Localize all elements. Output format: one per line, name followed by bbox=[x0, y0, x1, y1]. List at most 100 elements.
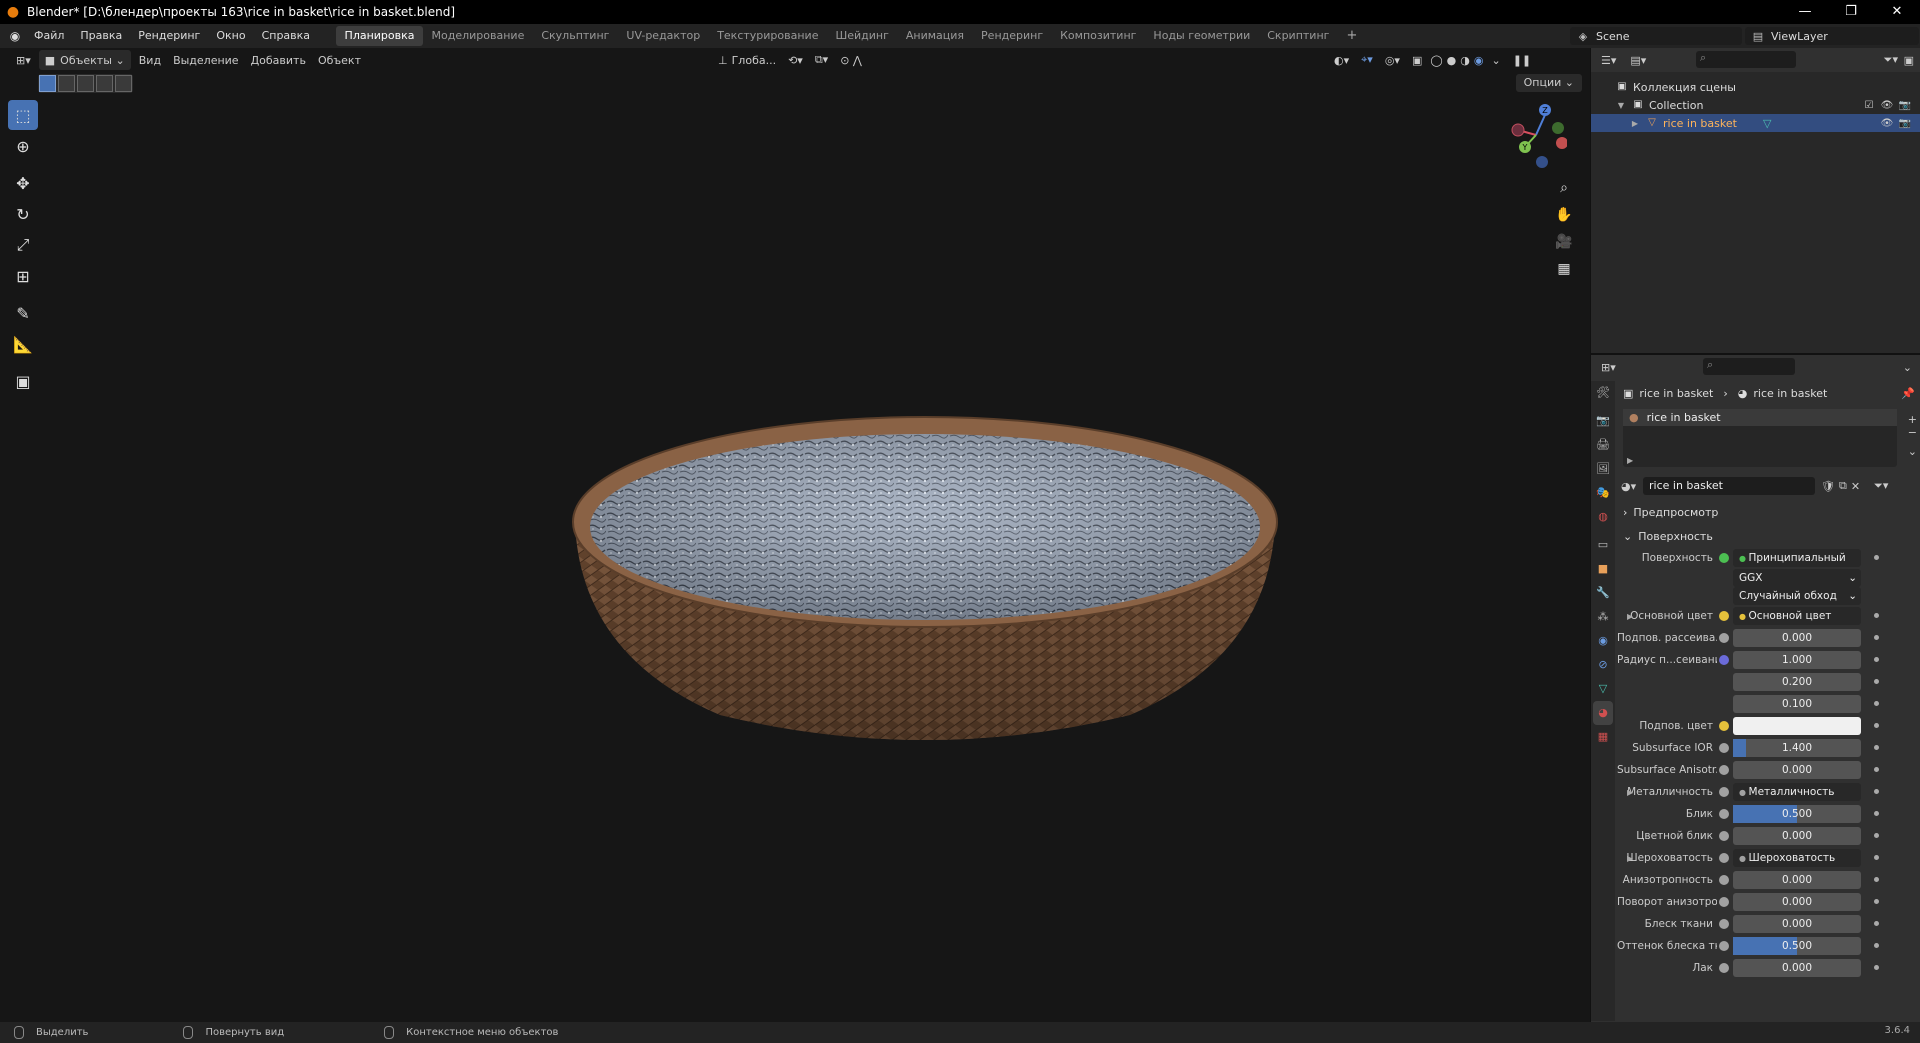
eye-icon[interactable]: 👁 bbox=[1878, 118, 1896, 129]
viewport-menu-item[interactable]: Вид bbox=[133, 50, 167, 70]
expand-socket-icon[interactable]: ▶ bbox=[1627, 788, 1633, 797]
camera-render-icon[interactable]: 📷 bbox=[1896, 118, 1914, 129]
keyframe-dot-icon[interactable] bbox=[1874, 657, 1879, 662]
keyframe-dot-icon[interactable] bbox=[1874, 899, 1879, 904]
gizmo-neg-x-ball[interactable] bbox=[1556, 137, 1567, 149]
socket-icon[interactable] bbox=[1719, 655, 1729, 665]
socket-icon[interactable] bbox=[1719, 721, 1729, 731]
menu-item[interactable]: Рендеринг bbox=[130, 24, 208, 48]
close-icon[interactable]: ✕ bbox=[1874, 0, 1920, 24]
keyframe-dot-icon[interactable] bbox=[1874, 789, 1879, 794]
viewport-menu-item[interactable]: Добавить bbox=[245, 50, 312, 70]
tab-workspace[interactable]: UV-редактор bbox=[618, 26, 709, 46]
texture-tab-icon[interactable]: ▦ bbox=[1593, 725, 1613, 749]
linked-socket-field[interactable]: ● Основной цвет bbox=[1733, 607, 1879, 625]
viewport-menu-item[interactable]: Объект bbox=[312, 50, 367, 70]
filter-icon[interactable]: ⏷▾ bbox=[1884, 53, 1898, 67]
rice-basket-object[interactable] bbox=[570, 415, 1280, 755]
number-field[interactable]: 0.500 bbox=[1733, 805, 1879, 823]
expand-arrow-icon[interactable]: ▼ bbox=[1615, 101, 1627, 110]
keyframe-dot-icon[interactable] bbox=[1874, 855, 1879, 860]
duplicate-material-icon[interactable]: ⧉ bbox=[1839, 479, 1847, 493]
properties-search-input[interactable]: ⌕ bbox=[1703, 358, 1795, 375]
keyframe-dot-icon[interactable] bbox=[1874, 555, 1879, 560]
number-field[interactable]: 0.200 bbox=[1733, 673, 1879, 691]
constraints-tab-icon[interactable]: ⊘ bbox=[1593, 653, 1613, 677]
tab-workspace[interactable]: Планировка bbox=[336, 26, 424, 46]
shading-solid-icon[interactable]: ● bbox=[1445, 50, 1459, 70]
camera-render-icon[interactable]: 📷 bbox=[1896, 100, 1914, 111]
number-field[interactable]: 0.000 bbox=[1733, 959, 1879, 977]
properties-editor-icon[interactable]: ⊞▾ bbox=[1601, 361, 1616, 374]
pin-icon[interactable]: 📌 bbox=[1901, 387, 1915, 400]
visibility-icon[interactable]: ◐▾ bbox=[1328, 50, 1355, 70]
scale-icon[interactable]: ⤢ bbox=[8, 230, 38, 260]
measure-icon[interactable]: 📐 bbox=[8, 329, 38, 359]
select-subtract-icon[interactable] bbox=[77, 74, 94, 92]
properties-options-icon[interactable]: ⌄ bbox=[1903, 361, 1912, 374]
tab-workspace[interactable]: Анимация bbox=[897, 26, 972, 46]
pan-hand-icon[interactable]: ✋ bbox=[1552, 202, 1576, 229]
add-slot-icon[interactable]: + bbox=[1908, 413, 1917, 426]
keyframe-dot-icon[interactable] bbox=[1874, 965, 1879, 970]
shading-rendered-icon[interactable]: ◉ bbox=[1472, 50, 1486, 70]
viewport-menu-item[interactable]: Выделение bbox=[167, 50, 245, 70]
editor-type-icon[interactable]: ⊞▾ bbox=[10, 50, 37, 70]
zoom-icon[interactable]: ⌕ bbox=[1552, 175, 1576, 202]
number-field[interactable]: 1.400 bbox=[1733, 739, 1879, 757]
menu-item[interactable]: Окно bbox=[208, 24, 253, 48]
tab-workspace[interactable]: Рендеринг bbox=[973, 26, 1052, 46]
outliner-row-object[interactable]: ▶ ▽ rice in basket ▽ 👁 📷 bbox=[1591, 114, 1920, 132]
pause-icon[interactable]: ❚❚ bbox=[1507, 50, 1537, 70]
mode-dropdown[interactable]: ■ Объекты ⌄ bbox=[38, 50, 131, 70]
linked-socket-field[interactable]: ● Шероховатость bbox=[1733, 849, 1879, 867]
display-mode-icon[interactable]: ▤▾ bbox=[1630, 54, 1646, 67]
keyframe-dot-icon[interactable] bbox=[1874, 943, 1879, 948]
tab-workspace[interactable]: Текстурирование bbox=[709, 26, 827, 46]
gizmo-neg-y-ball[interactable] bbox=[1552, 122, 1564, 134]
tab-workspace[interactable]: Ноды геометрии bbox=[1145, 26, 1259, 46]
outliner-row-collection[interactable]: ▼ ▣ Collection ☑ 👁 📷 bbox=[1591, 96, 1920, 114]
number-field[interactable]: 0.000 bbox=[1733, 761, 1879, 779]
tab-workspace[interactable]: Моделирование bbox=[423, 26, 533, 46]
gizmo-neg-z-ball[interactable] bbox=[1536, 156, 1548, 168]
socket-icon[interactable] bbox=[1719, 633, 1729, 643]
keyframe-dot-icon[interactable] bbox=[1874, 635, 1879, 640]
socket-icon[interactable] bbox=[1719, 765, 1729, 775]
select-new-icon[interactable] bbox=[39, 74, 56, 92]
physics-tab-icon[interactable]: ◉ bbox=[1593, 629, 1613, 653]
scene-name[interactable]: Scene bbox=[1596, 30, 1630, 43]
eye-icon[interactable]: 👁 bbox=[1878, 100, 1896, 111]
tab-workspace[interactable]: Композитинг bbox=[1052, 26, 1145, 46]
keyframe-dot-icon[interactable] bbox=[1874, 679, 1879, 684]
modifier-tab-icon[interactable]: 🔧 bbox=[1593, 581, 1613, 605]
collection-tab-icon[interactable]: ▭ bbox=[1593, 533, 1613, 557]
add-workspace-icon[interactable]: + bbox=[1338, 26, 1366, 46]
fake-user-icon[interactable]: 🛡 bbox=[1821, 480, 1835, 493]
select-intersect-icon[interactable] bbox=[115, 74, 132, 92]
annotate-icon[interactable]: ✎ bbox=[8, 298, 38, 328]
socket-icon[interactable] bbox=[1719, 787, 1729, 797]
xray-icon[interactable]: ▣ bbox=[1406, 50, 1428, 70]
pivot-icon[interactable]: ⟲▾ bbox=[782, 50, 809, 70]
tab-workspace[interactable]: Скульптинг bbox=[533, 26, 618, 46]
options-dropdown[interactable]: Опции ⌄ bbox=[1515, 74, 1582, 92]
particles-tab-icon[interactable]: ⁂ bbox=[1593, 605, 1613, 629]
socket-icon[interactable] bbox=[1719, 919, 1729, 929]
keyframe-dot-icon[interactable] bbox=[1874, 811, 1879, 816]
view-layer-selector[interactable]: ▤ ViewLayer bbox=[1745, 27, 1919, 45]
keyframe-dot-icon[interactable] bbox=[1874, 921, 1879, 926]
overlay-toggle-icon[interactable]: ◎▾ bbox=[1379, 50, 1406, 70]
new-collection-icon[interactable]: ▣ bbox=[1904, 54, 1914, 67]
keyframe-dot-icon[interactable] bbox=[1874, 701, 1879, 706]
output-tab-icon[interactable]: 🖨 bbox=[1593, 433, 1613, 457]
render-tab-icon[interactable]: 📷 bbox=[1593, 409, 1613, 433]
view-layer-tab-icon[interactable]: 🖼 bbox=[1593, 457, 1613, 481]
property-dropdown[interactable]: Случайный обход ⌄ bbox=[1733, 587, 1861, 605]
keyframe-dot-icon[interactable] bbox=[1874, 613, 1879, 618]
blender-menu-icon[interactable]: ◉ bbox=[4, 29, 26, 43]
expand-socket-icon[interactable]: ▶ bbox=[1627, 612, 1633, 621]
grid-perspective-icon[interactable]: ▦ bbox=[1552, 256, 1576, 283]
add-cube-icon[interactable]: ▣ bbox=[8, 366, 38, 396]
number-field[interactable]: 0.000 bbox=[1733, 893, 1879, 911]
